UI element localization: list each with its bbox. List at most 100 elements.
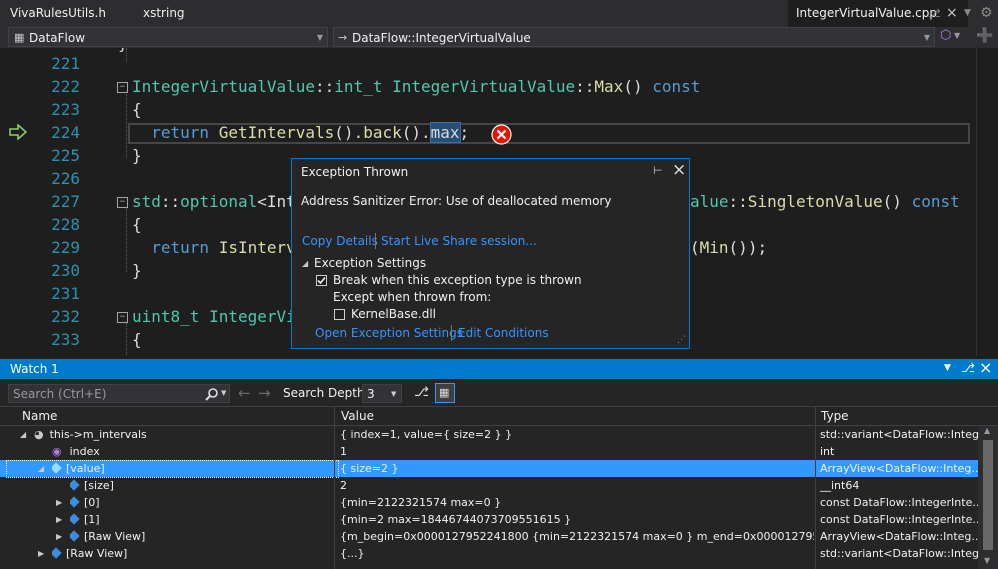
- editor-scrollbar[interactable]: [976, 48, 998, 356]
- code-token: (: [690, 238, 700, 257]
- search-icon[interactable]: [205, 388, 218, 401]
- expand-triangle-icon[interactable]: ▶: [56, 528, 62, 545]
- code-token: ;: [459, 123, 470, 142]
- table-row[interactable]: ◢ [value] { size=2 } ArrayView<DataFlow:…: [0, 460, 978, 478]
- column-name[interactable]: Name: [22, 409, 57, 423]
- expand-triangle-icon[interactable]: ▶: [38, 545, 44, 562]
- kernelbase-checkbox[interactable]: [334, 309, 345, 320]
- divider: [451, 325, 452, 341]
- scroll-up-icon[interactable]: ▲: [984, 426, 990, 435]
- pin-icon[interactable]: ⊢: [653, 164, 663, 177]
- error-icon[interactable]: [491, 124, 512, 145]
- member-dropdown[interactable]: → DataFlow::IntegerVirtualValue ▼: [333, 27, 935, 47]
- divider: [815, 407, 816, 427]
- forward-arrow-icon[interactable]: →: [258, 384, 271, 402]
- code-token: max: [429, 122, 461, 143]
- table-row[interactable]: ▶ [Raw View] {m_begin=0x0000127952241800…: [0, 528, 978, 545]
- scope-dropdown[interactable]: ▦ DataFlow ▼: [8, 27, 328, 47]
- tab-overflow-dropdown-icon[interactable]: ▼: [964, 0, 971, 27]
- cube-icon: [70, 496, 80, 508]
- chevron-down-icon[interactable]: ▼: [954, 31, 960, 40]
- expand-triangle-icon[interactable]: ▶: [56, 511, 62, 528]
- code-token: ::: [575, 77, 595, 96]
- open-exception-settings-link[interactable]: Open Exception Settings: [315, 326, 463, 340]
- next-statement-arrow-icon: [9, 124, 27, 140]
- row-name: [1]: [84, 513, 100, 526]
- watch-scrollbar[interactable]: ▲ ▼: [978, 426, 998, 569]
- code-token: const: [911, 192, 960, 211]
- row-name-cell: [1]: [70, 511, 100, 528]
- live-share-link[interactable]: Start Live Share session...: [381, 234, 537, 248]
- row-name: this->m_intervals: [49, 428, 147, 441]
- table-row[interactable]: ▶ [Raw View] {...} std::variant<DataFlow…: [0, 545, 978, 562]
- pin-icon[interactable]: ⎇: [961, 361, 975, 375]
- split-window-icon[interactable]: ➕: [976, 28, 993, 44]
- row-value: {min=2122321574 max=0 }: [340, 496, 502, 509]
- gear-icon[interactable]: ⚙: [980, 0, 993, 27]
- row-value: {m_begin=0x0000127952241800 {min=2122321…: [340, 530, 814, 543]
- row-type: std::variant<DataFlow::Integ...: [820, 547, 978, 560]
- column-type[interactable]: Type: [821, 409, 849, 423]
- divider: [375, 233, 376, 249]
- collapse-icon[interactable]: −: [117, 312, 128, 323]
- table-row[interactable]: ◉ index 1 int: [0, 443, 978, 460]
- chevron-down-icon[interactable]: ▼: [221, 389, 226, 397]
- search-input[interactable]: Search (Ctrl+E) ▼: [8, 384, 230, 403]
- code-token: optional: [180, 192, 258, 211]
- edit-conditions-link[interactable]: Edit Conditions: [458, 326, 549, 340]
- collapse-triangle-icon[interactable]: ◢: [38, 460, 44, 477]
- pin-icon[interactable]: ⎇: [928, 0, 941, 27]
- except-when-label: Except when thrown from:: [333, 290, 492, 304]
- expand-triangle-icon[interactable]: ▶: [56, 494, 62, 511]
- row-name: [size]: [84, 479, 114, 492]
- collapse-icon[interactable]: −: [117, 82, 128, 93]
- cube-icon: [52, 462, 62, 474]
- exception-popup: Exception Thrown ⊢ × Address Sanitizer E…: [291, 158, 690, 349]
- expand-triangle-icon[interactable]: ◢: [302, 259, 308, 268]
- row-name-cell: ◉ index: [52, 443, 100, 460]
- scrollbar-thumb[interactable]: [983, 440, 993, 550]
- close-icon[interactable]: ×: [672, 160, 686, 180]
- code-token: back: [363, 123, 402, 142]
- table-row[interactable]: ◢ ◕ this->m_intervals { index=1, value={ …: [0, 426, 978, 443]
- line-number: 223: [51, 100, 80, 119]
- scroll-down-icon[interactable]: ▼: [984, 556, 990, 565]
- pin-source-icon[interactable]: ⎇: [414, 385, 429, 400]
- hex-display-toggle[interactable]: ▦: [435, 383, 455, 403]
- table-row[interactable]: [size] 2 __int64: [0, 477, 978, 494]
- tab-xstring[interactable]: xstring: [135, 0, 193, 27]
- resize-grip-icon[interactable]: ⋰: [677, 335, 686, 345]
- scope-label: DataFlow: [29, 31, 86, 45]
- module-label: KernelBase.dll: [351, 307, 437, 321]
- line-number: 222: [51, 77, 80, 96]
- close-icon[interactable]: ×: [946, 0, 958, 27]
- code-line: return IsInterv: [132, 238, 296, 257]
- column-value[interactable]: Value: [341, 409, 374, 423]
- close-icon[interactable]: ×: [979, 358, 992, 377]
- line-number: 225: [51, 146, 80, 165]
- collapse-icon[interactable]: −: [117, 197, 128, 208]
- code-token: const: [652, 77, 701, 96]
- row-type: ArrayView<DataFlow::Integ...: [820, 462, 978, 475]
- cube-icon: [70, 530, 80, 542]
- tab-integervirtualvalue[interactable]: IntegerVirtualValue.cpp ⎇ ×: [788, 0, 968, 28]
- table-row[interactable]: ▶ [0] {min=2122321574 max=0 } const Data…: [0, 494, 978, 511]
- code-token: uint8_t: [132, 307, 200, 326]
- cube-icon: [70, 513, 80, 525]
- navigation-bar: ▦ DataFlow ▼ → DataFlow::IntegerVirtualV…: [0, 27, 998, 49]
- collapse-triangle-icon[interactable]: ◢: [20, 426, 26, 443]
- code-line: }: [118, 48, 128, 53]
- row-name: [value]: [66, 462, 105, 475]
- code-token: ().: [334, 123, 364, 142]
- tab-vivarulesutils[interactable]: VivaRulesUtils.h: [2, 0, 114, 27]
- break-checkbox[interactable]: [316, 275, 327, 286]
- code-token: return: [151, 238, 210, 257]
- back-arrow-icon[interactable]: ←: [238, 384, 251, 402]
- table-row[interactable]: ▶ [1] {min=2 max=18446744073709551615 } …: [0, 511, 978, 528]
- copy-details-link[interactable]: Copy Details: [302, 234, 378, 248]
- chevron-down-icon[interactable]: ▼: [944, 363, 951, 373]
- search-depth-dropdown[interactable]: 3 ▼: [362, 384, 402, 403]
- class-icon[interactable]: ⬡: [940, 28, 951, 43]
- chevron-down-icon: ▼: [923, 33, 930, 42]
- row-name-cell: [value]: [52, 460, 105, 477]
